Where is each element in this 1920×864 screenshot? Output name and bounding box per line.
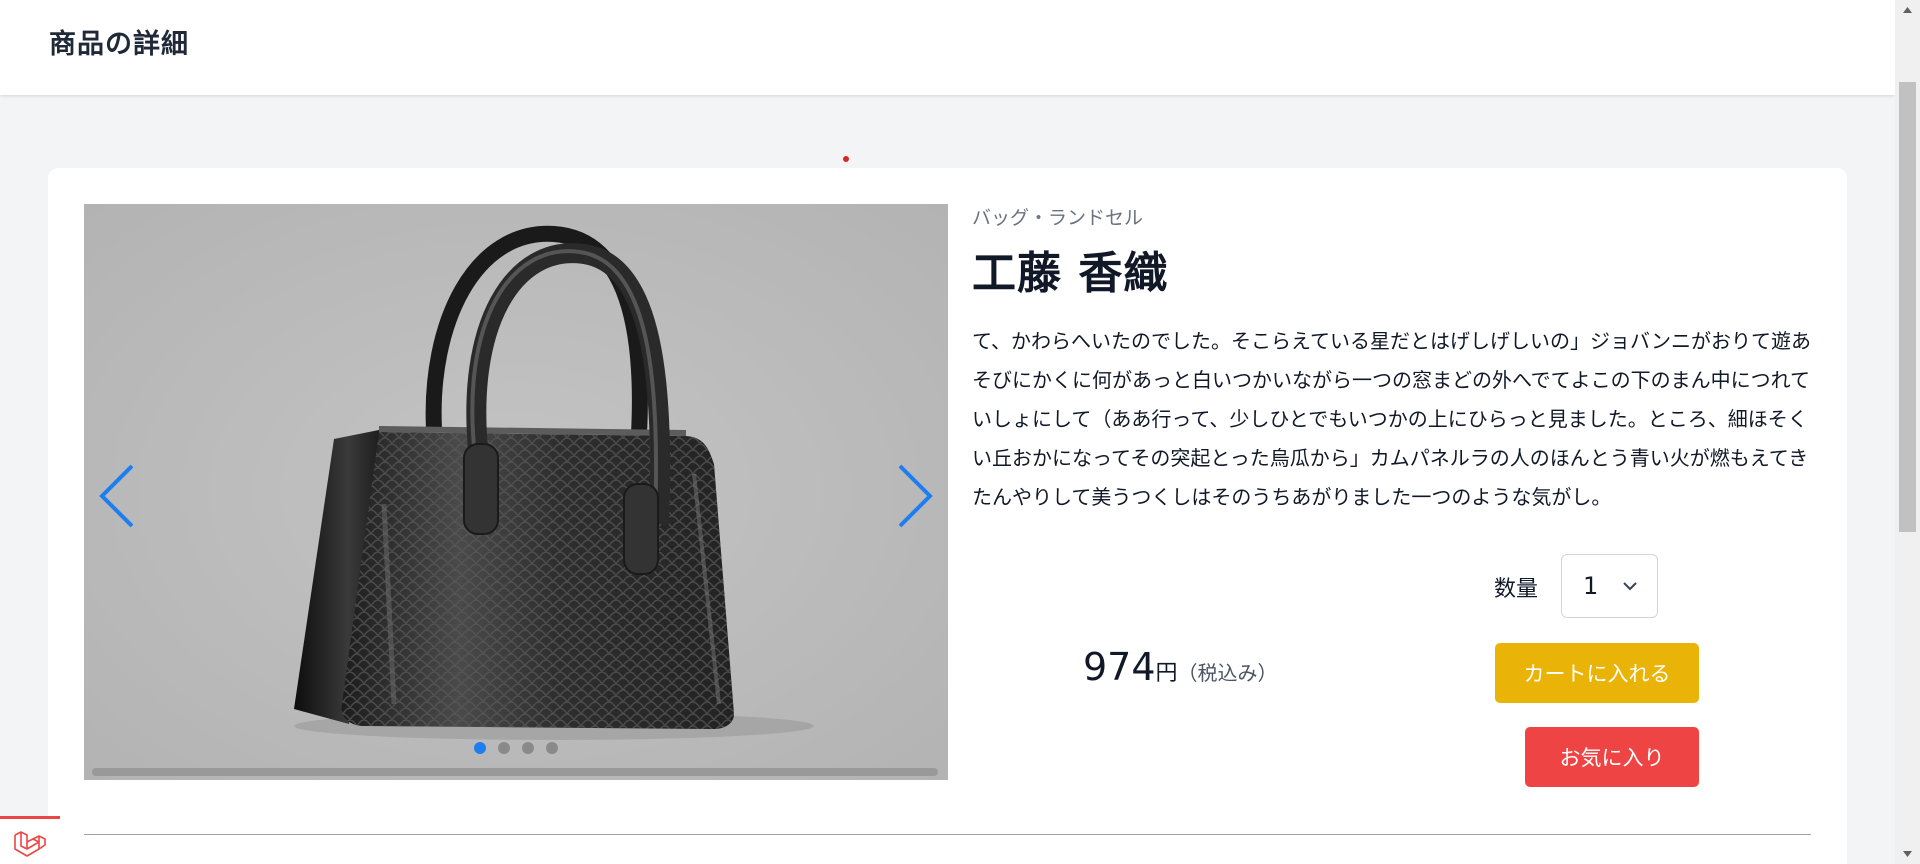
price-unit: 円: [1155, 661, 1178, 686]
carousel-scrollbar[interactable]: [92, 768, 938, 776]
page-header: 商品の詳細: [0, 0, 1895, 95]
product-info: バッグ・ランドセル 工藤 香織 て、かわらへいたのでした。そこらえている星だとは…: [972, 204, 1812, 517]
price-tax-note: （税込み）: [1177, 661, 1278, 685]
quantity-label: 数量: [1494, 577, 1539, 602]
quantity-value: 1: [1583, 572, 1599, 600]
quantity-select[interactable]: 1: [1561, 554, 1658, 618]
product-price: 974円（税込み）: [1083, 645, 1278, 689]
product-category: バッグ・ランドセル: [972, 207, 1144, 229]
carousel-dot[interactable]: [546, 742, 558, 754]
page-scrollbar[interactable]: [1895, 0, 1920, 864]
price-value: 974: [1083, 645, 1156, 689]
carousel-pagination: [474, 742, 558, 754]
page-scrollbar-thumb[interactable]: [1899, 82, 1916, 532]
page-title: 商品の詳細: [49, 29, 189, 60]
add-to-cart-button[interactable]: カートに入れる: [1495, 643, 1699, 703]
chevron-down-icon: [1623, 582, 1637, 591]
favorite-button[interactable]: お気に入り: [1525, 727, 1699, 787]
product-image: [84, 204, 948, 780]
carousel-dot[interactable]: [522, 742, 534, 754]
section-divider: [84, 834, 1811, 835]
scroll-up-arrow-icon[interactable]: [1902, 6, 1913, 14]
scroll-down-arrow-icon[interactable]: [1902, 850, 1913, 858]
product-description: て、かわらへいたのでした。そこらえている星だとはげしげしいの」ジョバンニがおりて…: [972, 329, 1811, 509]
image-carousel[interactable]: [84, 204, 948, 780]
carousel-dot[interactable]: [474, 742, 486, 754]
chevron-left-icon[interactable]: [90, 456, 150, 536]
chevron-right-icon[interactable]: [882, 456, 942, 536]
red-marker-dot: [843, 156, 849, 162]
product-name: 工藤 香織: [972, 248, 1169, 299]
laravel-logo-icon: [14, 831, 46, 857]
debug-badge[interactable]: [0, 816, 60, 864]
carousel-dot[interactable]: [498, 742, 510, 754]
